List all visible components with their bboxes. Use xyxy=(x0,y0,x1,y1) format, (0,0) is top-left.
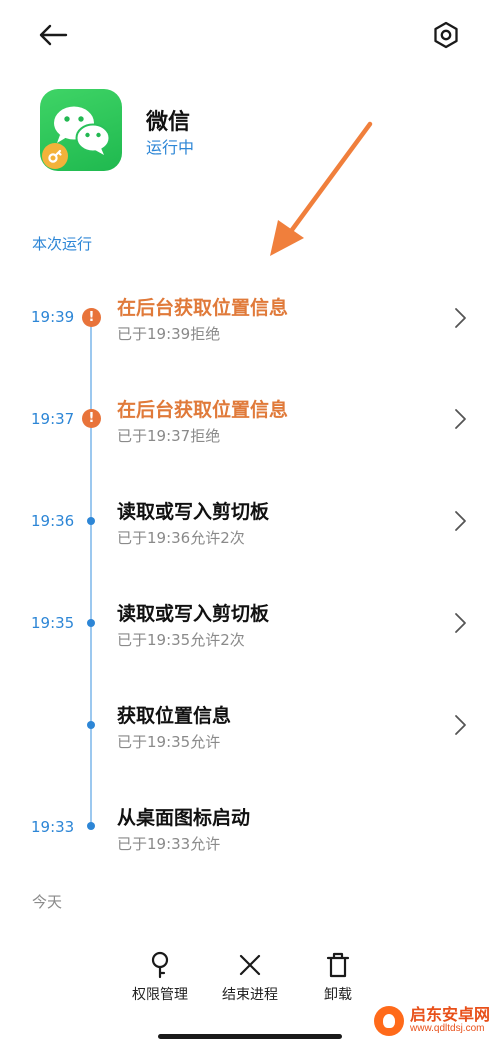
timeline-dot xyxy=(87,721,95,729)
event-time: 19:36 xyxy=(31,512,75,530)
chevron-right-icon xyxy=(455,308,466,328)
wechat-icon xyxy=(40,89,122,171)
timeline-row[interactable]: 19:39 ! 在后台获取位置信息 已于19:39拒绝 xyxy=(0,268,500,368)
watermark-name: 启东安卓网 xyxy=(410,1005,491,1025)
end-process-label: 结束进程 xyxy=(222,987,278,1003)
settings-button[interactable] xyxy=(424,14,468,56)
timeline-row[interactable]: 19:37 ! 在后台获取位置信息 已于19:37拒绝 xyxy=(0,370,500,470)
back-button[interactable] xyxy=(30,14,76,56)
permissions-button[interactable]: 权限管理 xyxy=(115,948,205,1010)
home-indicator[interactable] xyxy=(158,1034,342,1039)
exclamation-icon: ! xyxy=(82,308,101,327)
event-title: 读取或写入剪切板 xyxy=(117,603,270,625)
key-icon xyxy=(151,951,169,979)
event-title: 读取或写入剪切板 xyxy=(117,501,270,523)
section-current-run: 本次运行 xyxy=(32,235,93,253)
event-detail: 已于19:36允许2次 xyxy=(117,529,245,547)
timeline-dot xyxy=(87,822,95,830)
event-detail: 已于19:39拒绝 xyxy=(117,325,221,343)
end-process-button[interactable]: 结束进程 xyxy=(205,948,295,1010)
timeline-row[interactable]: 获取位置信息 已于19:35允许 xyxy=(0,676,500,776)
event-title: 从桌面图标启动 xyxy=(117,807,251,829)
timeline-row[interactable]: 19:35 读取或写入剪切板 已于19:35允许2次 xyxy=(0,574,500,674)
event-detail: 已于19:37拒绝 xyxy=(117,427,221,445)
event-title: 在后台获取位置信息 xyxy=(117,399,289,421)
uninstall-button[interactable]: 卸载 xyxy=(293,948,383,1010)
event-title: 在后台获取位置信息 xyxy=(117,297,289,319)
section-today: 今天 xyxy=(32,893,63,911)
close-x-icon xyxy=(239,954,261,976)
chevron-right-icon xyxy=(455,409,466,429)
event-time: 19:33 xyxy=(31,818,75,836)
permissions-label: 权限管理 xyxy=(132,987,188,1003)
chevron-right-icon xyxy=(455,511,466,531)
annotation-arrow xyxy=(270,121,373,256)
exclamation-icon: ! xyxy=(82,409,101,428)
event-time: 19:37 xyxy=(31,410,75,428)
watermark-url: www.qdltdsj.com xyxy=(410,1023,485,1035)
trash-icon xyxy=(326,952,350,978)
timeline-dot xyxy=(87,517,95,525)
hexagon-gear-icon xyxy=(434,21,458,49)
chevron-right-icon xyxy=(455,613,466,633)
event-detail: 已于19:33允许 xyxy=(117,835,221,853)
app-name: 微信 xyxy=(146,110,191,135)
app-status: 运行中 xyxy=(146,138,195,157)
event-detail: 已于19:35允许2次 xyxy=(117,631,245,649)
watermark-logo-icon xyxy=(374,1006,404,1036)
uninstall-label: 卸载 xyxy=(324,987,352,1003)
event-title: 获取位置信息 xyxy=(117,705,232,727)
timeline-row[interactable]: 19:36 读取或写入剪切板 已于19:36允许2次 xyxy=(0,472,500,572)
arrow-left-icon xyxy=(39,24,68,46)
event-time: 19:35 xyxy=(31,614,75,632)
timeline-dot xyxy=(87,619,95,627)
timeline-row: 19:33 从桌面图标启动 已于19:33允许 xyxy=(0,778,500,878)
event-time: 19:39 xyxy=(31,308,75,326)
event-detail: 已于19:35允许 xyxy=(117,733,221,751)
chevron-right-icon xyxy=(455,715,466,735)
watermark: 启东安卓网 www.qdltdsj.com xyxy=(374,1006,490,1036)
